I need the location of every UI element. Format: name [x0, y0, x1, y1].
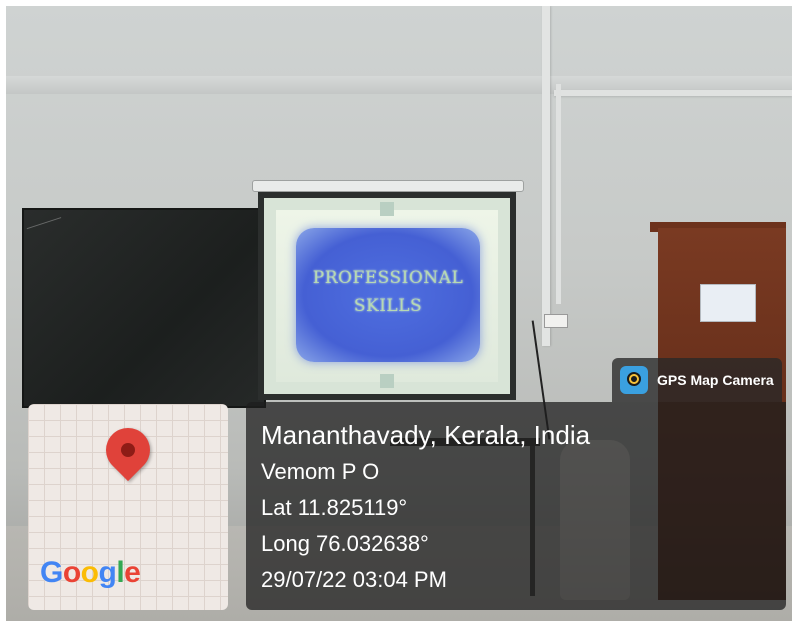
gps-map-camera-badge: GPS Map Camera	[612, 358, 782, 402]
place-name: Mananthavady, Kerala, India	[261, 420, 591, 450]
google-logo-letter: o	[62, 556, 81, 589]
conduit-pipe-horizontal	[554, 90, 792, 96]
google-logo-letter: o	[80, 556, 99, 589]
latitude: Lat 11.825119°	[261, 495, 408, 520]
slide-tab-bottom	[380, 374, 394, 388]
door-notice	[700, 284, 756, 322]
slide-title: PROFESSIONAL SKILLS	[296, 264, 480, 320]
google-logo-letter: e	[124, 556, 141, 589]
gps-map-camera-icon	[620, 366, 648, 394]
wall-socket	[544, 314, 568, 328]
google-logo-letter: g	[98, 556, 117, 589]
map-thumbnail: Google	[28, 404, 228, 610]
google-logo-letter: G	[40, 556, 63, 589]
google-logo-letter: l	[116, 556, 125, 589]
google-logo: Google	[40, 556, 141, 590]
conduit-pipe	[542, 6, 550, 346]
longitude: Long 76.032638°	[261, 531, 429, 556]
location-info-panel: Mananthavady, Kerala, India Vemom P O La…	[246, 402, 786, 610]
slide-title-line1: PROFESSIONAL	[312, 268, 464, 288]
conduit-pipe-right	[556, 84, 561, 304]
projector-screen-case	[252, 180, 524, 192]
map-pin-center	[121, 443, 135, 457]
gps-badge-label: GPS Map Camera	[657, 372, 774, 388]
slide-tab-top	[380, 202, 394, 216]
date-time: 29/07/22 03:04 PM	[261, 567, 447, 592]
slide-title-line2: SKILLS	[353, 296, 423, 316]
area-name: Vemom P O	[261, 459, 380, 484]
